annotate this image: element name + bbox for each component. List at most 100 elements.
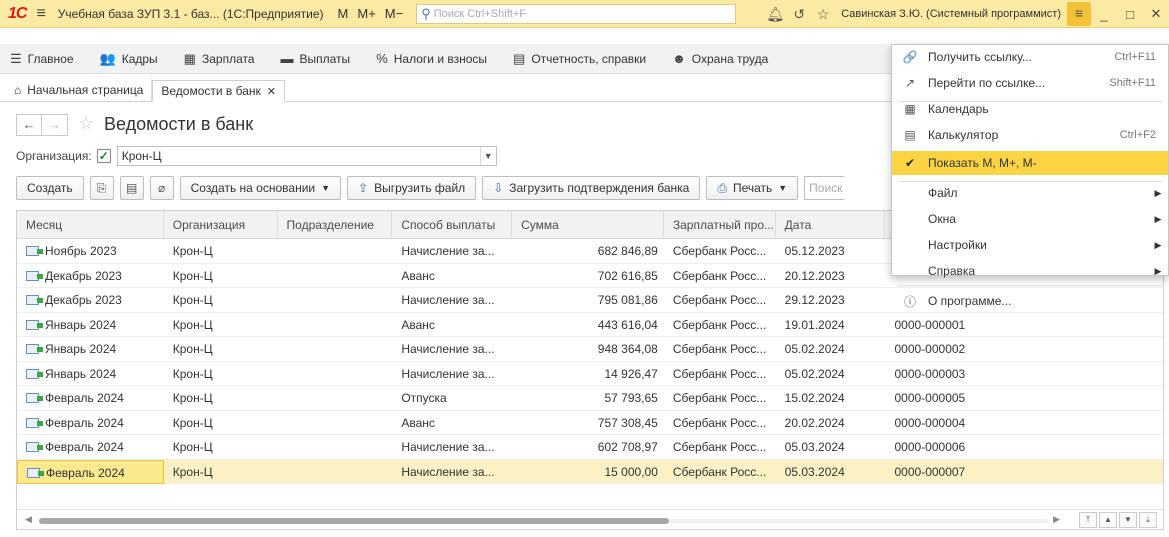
memory-mplus-button[interactable]: M+: [357, 6, 375, 21]
table-row[interactable]: Февраль 2024 Крон-Ц Начисление за... 15 000…: [17, 459, 1163, 484]
window-title: Учебная база ЗУП 3.1 - баз... (1С:Предпр…: [57, 6, 324, 21]
scroll-thumb[interactable]: [39, 518, 669, 524]
global-search-input[interactable]: ⚲ Поиск Ctrl+Shift+F: [416, 3, 737, 24]
maximize-icon[interactable]: □: [1117, 7, 1143, 22]
menu-item-windows[interactable]: Окна ▶: [892, 207, 1168, 231]
memory-mminus-button[interactable]: M−: [385, 6, 403, 21]
table-cell: [278, 264, 393, 288]
menu-item-label: Календарь: [928, 102, 989, 116]
scroll-left-icon[interactable]: ◀: [25, 514, 32, 525]
table-row[interactable]: Февраль 2024 Крон-Ц Отпуска 57 793,65 Сберба…: [17, 386, 1163, 411]
create-based-on-button[interactable]: Создать на основании ▼: [179, 176, 342, 200]
column-header[interactable]: Дата: [776, 211, 886, 239]
column-header[interactable]: Сумма: [512, 211, 664, 239]
table-cell: Начисление за...: [401, 293, 495, 307]
bell-icon[interactable]: 🔔︎: [763, 6, 787, 23]
menu-item-calculator[interactable]: ▤ Калькулятор Ctrl+F2: [892, 123, 1168, 147]
table-cell: Аванс: [401, 415, 435, 430]
table-row[interactable]: Январь 2024 Крон-Ц Начисление за... 948 364…: [17, 337, 1163, 362]
chevron-down-icon[interactable]: ▼: [479, 147, 496, 165]
section-taxes[interactable]: % Налоги и взносы: [376, 51, 487, 66]
checkmark-icon: ✔: [904, 156, 916, 170]
section-safety[interactable]: ☻ Охрана труда: [672, 51, 768, 66]
horizontal-scrollbar[interactable]: ◀ ▶ ⤒ ▲ ▼ ⤓: [17, 509, 1163, 529]
column-header[interactable]: Способ выплаты: [392, 211, 513, 239]
close-window-icon[interactable]: ✕: [1143, 6, 1169, 22]
organization-label: Организация:: [16, 149, 92, 163]
section-main[interactable]: ☰ Главное: [10, 51, 74, 67]
scroll-top-icon[interactable]: ⤒: [1079, 512, 1097, 528]
menu-item-help[interactable]: Справка ▶: [892, 259, 1168, 283]
load-confirmations-button[interactable]: ⇩ Загрузить подтверждения банка: [482, 176, 701, 200]
organization-checkbox[interactable]: ✓: [96, 149, 111, 163]
organization-value: Крон-Ц: [121, 149, 162, 163]
scroll-up-icon[interactable]: ▲: [1099, 512, 1117, 528]
tab-bank-statements[interactable]: Ведомости в банк ✕: [152, 80, 285, 102]
section-salary[interactable]: ▦ Зарплата: [184, 51, 255, 67]
menu-item-show-memory[interactable]: ✔ Показать M, M+, M-: [892, 151, 1168, 175]
table-cell: [278, 313, 393, 337]
favorites-star-icon[interactable]: ☆: [811, 6, 835, 23]
organization-filter: Организация: ✓ Крон-Ц ▼: [16, 146, 497, 166]
print-button[interactable]: ⎙ Печать ▼: [706, 176, 799, 200]
table-cell: Сбербанк Росс...: [672, 366, 767, 381]
forward-button[interactable]: →: [42, 114, 68, 136]
caret-down-icon: ▼: [778, 183, 788, 193]
column-header[interactable]: Месяц: [17, 211, 164, 239]
table-cell: 0000-000002: [894, 342, 966, 356]
menu-item-label: Окна: [928, 212, 956, 226]
section-reports[interactable]: ▤ Отчетность, справки: [513, 51, 646, 67]
menu-item-go-to-link[interactable]: ↗ Перейти по ссылке... Shift+F11: [892, 71, 1168, 95]
memory-m-button[interactable]: M: [338, 6, 349, 21]
list-view-icon[interactable]: ▤: [119, 176, 144, 200]
organization-field[interactable]: Крон-Ц ▼: [116, 146, 497, 166]
table-cell: [278, 435, 393, 459]
attachment-icon[interactable]: ⌀: [149, 176, 174, 200]
table-cell: 0000-000001: [894, 317, 966, 332]
scroll-bottom-icon[interactable]: ⤓: [1139, 512, 1157, 528]
table-cell: 0000-000003: [894, 366, 966, 381]
go-to-link-icon: ↗: [904, 76, 916, 90]
table-cell: 15 000,00: [604, 464, 658, 479]
column-header[interactable]: Зарплатный про...: [664, 211, 776, 239]
list-search-input[interactable]: Поиск: [804, 176, 845, 200]
table-cell: Крон-Ц: [172, 342, 213, 356]
menu-item-file[interactable]: Файл ▶: [892, 181, 1168, 205]
table-cell: Сбербанк Росс...: [672, 440, 767, 454]
back-button[interactable]: ←: [16, 114, 42, 136]
table-row[interactable]: Февраль 2024 Крон-Ц Начисление за... 602 70…: [17, 435, 1163, 460]
table-cell: Начисление за...: [401, 342, 495, 356]
table-row[interactable]: Февраль 2024 Крон-Ц Аванс 757 308,45 Сбербан…: [17, 411, 1163, 435]
history-icon[interactable]: ↺: [787, 6, 811, 23]
copy-icon[interactable]: ⎘: [89, 176, 114, 200]
main-menu-icon[interactable]: ≡: [36, 5, 45, 23]
export-file-button[interactable]: ⇪ Выгрузить файл: [347, 176, 477, 200]
menu-item-get-link[interactable]: 🔗 Получить ссылку... Ctrl+F11: [892, 45, 1168, 69]
column-header[interactable]: Подразделение: [278, 211, 393, 239]
menu-item-about[interactable]: ⓘ О программе...: [892, 289, 1168, 313]
table-cell: [278, 288, 393, 312]
global-search-placeholder: Поиск Ctrl+Shift+F: [433, 7, 526, 20]
table-cell: 05.02.2024: [784, 342, 845, 356]
favorite-star-icon[interactable]: ☆: [78, 113, 94, 134]
section-hr[interactable]: 👥 Кадры: [100, 51, 158, 67]
tab-home[interactable]: ⌂ Начальная страница: [6, 79, 153, 101]
scroll-down-icon[interactable]: ▼: [1119, 512, 1137, 528]
table-row[interactable]: Январь 2024 Крон-Ц Начисление за... 14 926,…: [17, 362, 1163, 386]
menu-item-settings[interactable]: Настройки ▶: [892, 233, 1168, 257]
column-header[interactable]: Организация: [164, 211, 278, 239]
table-row[interactable]: Январь 2024 Крон-Ц Аванс 443 616,04 Сбербанк…: [17, 313, 1163, 337]
scroll-right-icon[interactable]: ▶: [1053, 514, 1060, 525]
section-payments[interactable]: ▬ Выплаты: [281, 51, 351, 66]
cell-month: Февраль 2024: [17, 386, 164, 410]
current-user[interactable]: Савинская З.Ю. (Системный программист): [841, 8, 1061, 20]
page-title: Ведомости в банк: [104, 114, 254, 134]
service-menu-button[interactable]: ≡: [1067, 2, 1091, 26]
cell-month: Январь 2024: [17, 313, 164, 337]
close-tab-icon[interactable]: ✕: [267, 85, 276, 98]
minimize-icon[interactable]: _: [1091, 7, 1117, 22]
table-cell: 20.12.2023: [784, 268, 845, 283]
create-button[interactable]: Создать: [16, 176, 84, 200]
table-cell-empty: [997, 435, 1163, 459]
wallet-icon: ▬: [280, 51, 294, 66]
